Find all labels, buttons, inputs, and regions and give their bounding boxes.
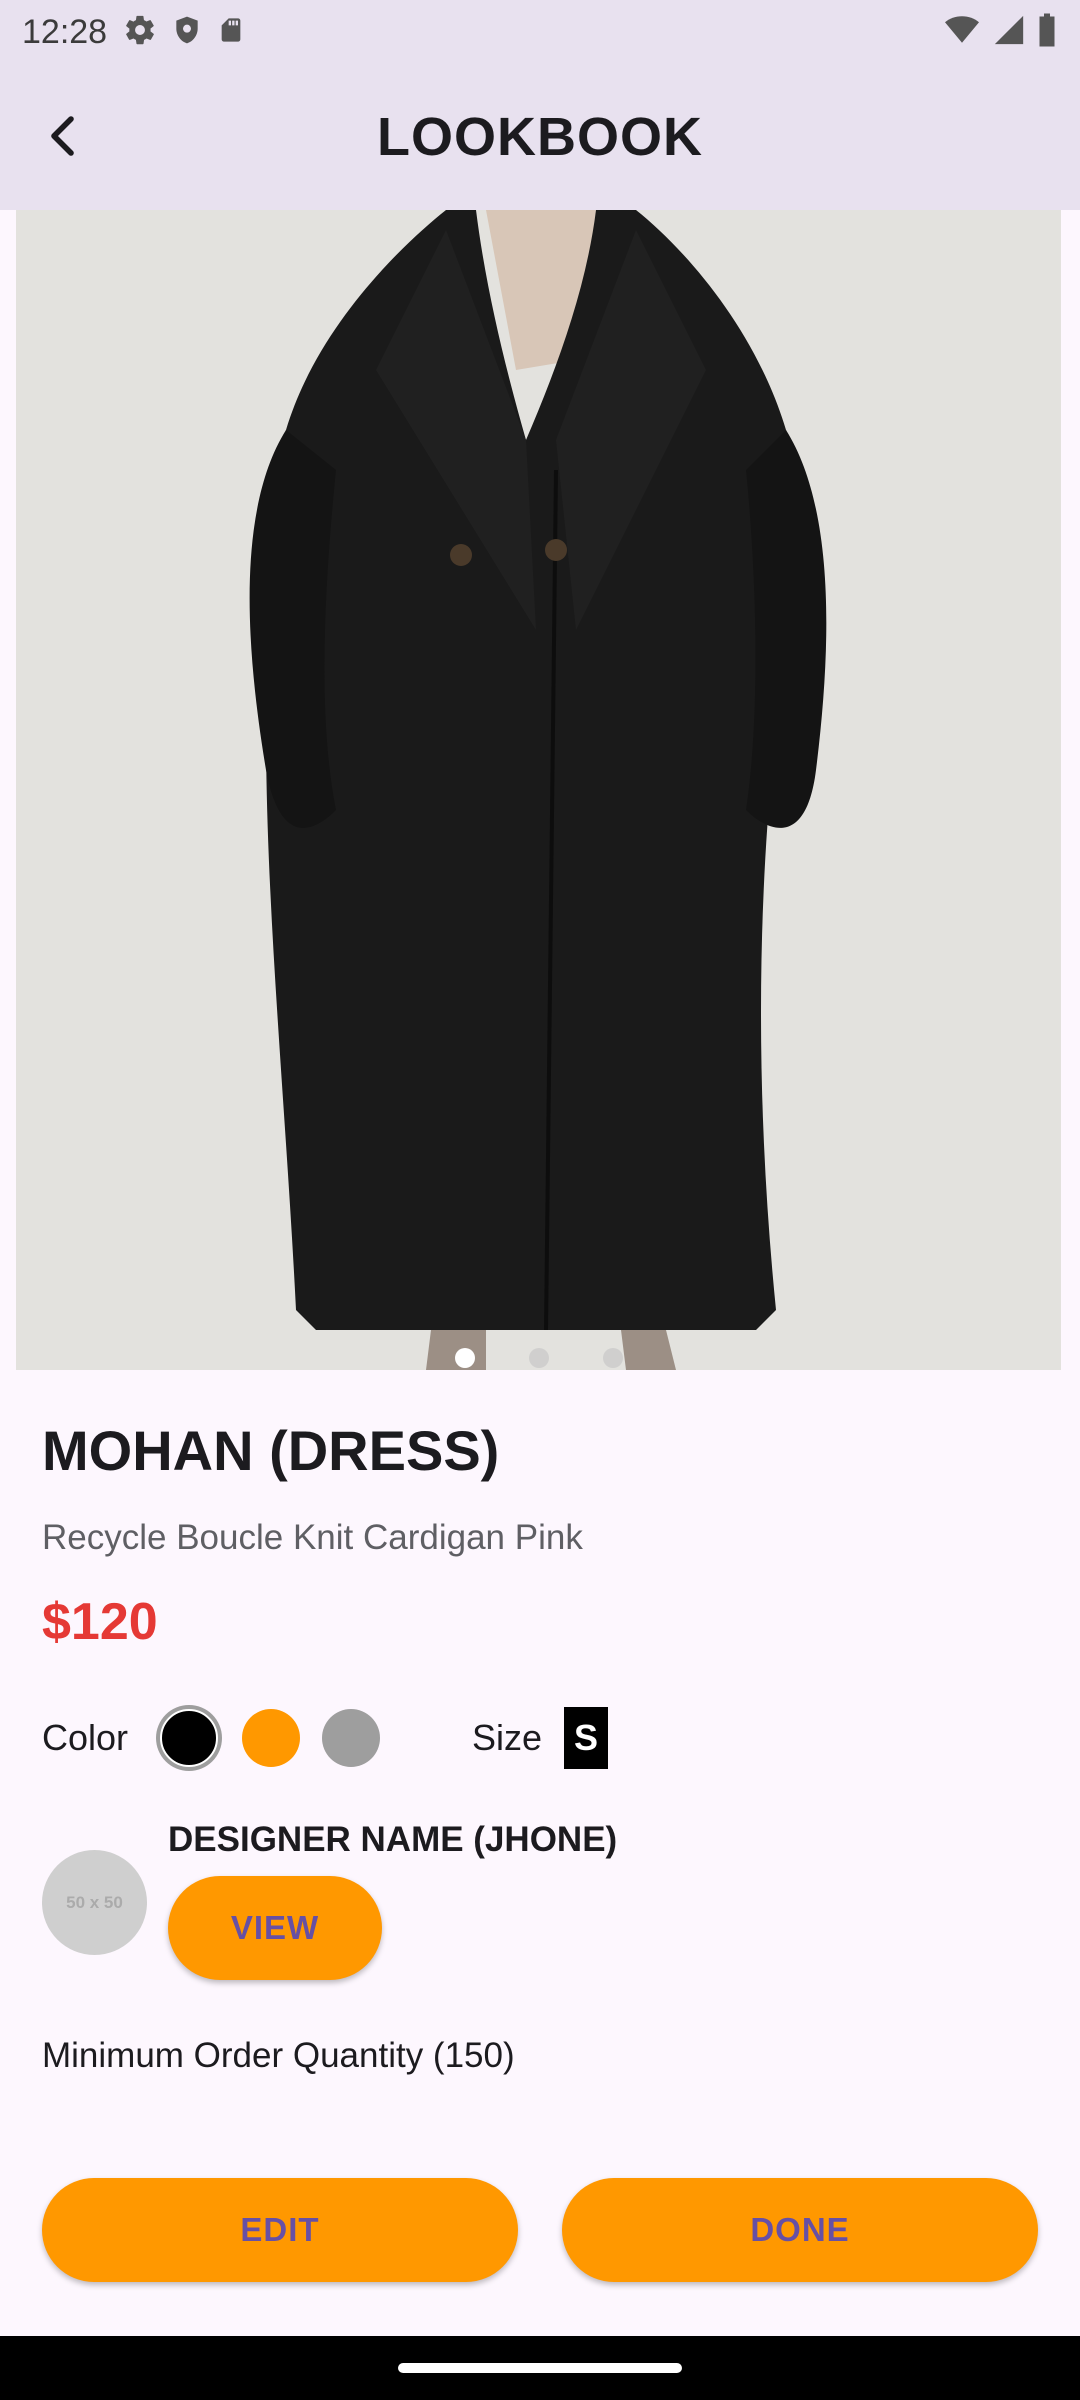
edit-button[interactable]: EDIT (42, 2178, 518, 2282)
product-name: MOHAN (DRESS) (42, 1419, 500, 1482)
app-bar: LOOKBOOK (0, 64, 1080, 210)
home-gesture-handle[interactable] (398, 2363, 682, 2373)
status-time: 12:28 (22, 12, 108, 51)
color-swatch-black[interactable] (160, 1709, 219, 1767)
designer-name: DESIGNER NAME (JHONE) (168, 1820, 618, 1859)
status-bar: 12:28 (0, 0, 1080, 64)
color-swatch-orange[interactable] (242, 1709, 301, 1767)
page-title: LOOKBOOK (377, 107, 703, 167)
carousel-indicator (16, 1348, 1061, 1368)
sd-card-icon (217, 13, 245, 52)
options-row: Color Size S (42, 1706, 609, 1770)
product-description: Recycle Boucle Knit Cardigan Pink (42, 1518, 583, 1557)
carousel-dot[interactable] (454, 1348, 475, 1368)
size-chip[interactable]: S (564, 1707, 609, 1769)
size-label: Size (472, 1717, 543, 1758)
back-button[interactable] (28, 100, 100, 172)
signal-icon (992, 13, 1026, 52)
product-price: $120 (42, 1593, 158, 1651)
shield-icon (171, 13, 203, 52)
battery-icon (1036, 12, 1058, 53)
color-swatch-gray[interactable] (322, 1709, 381, 1767)
chevron-left-icon (51, 116, 74, 156)
carousel-dot[interactable] (602, 1348, 623, 1368)
carousel-dot[interactable] (528, 1348, 549, 1368)
minimum-order-quantity: Minimum Order Quantity (150) (42, 2036, 515, 2075)
wifi-icon (942, 13, 982, 52)
designer-section: 50 x 50 DESIGNER NAME (JHONE) VIEW (42, 1820, 1042, 1990)
done-button[interactable]: DONE (562, 2178, 1038, 2282)
view-designer-button[interactable]: VIEW (168, 1876, 382, 1980)
product-image (16, 210, 1061, 1370)
product-image-carousel[interactable] (16, 210, 1061, 1370)
system-navigation-bar (0, 2336, 1080, 2400)
settings-icon (123, 13, 157, 52)
designer-avatar: 50 x 50 (42, 1850, 147, 1955)
color-label: Color (42, 1717, 129, 1758)
